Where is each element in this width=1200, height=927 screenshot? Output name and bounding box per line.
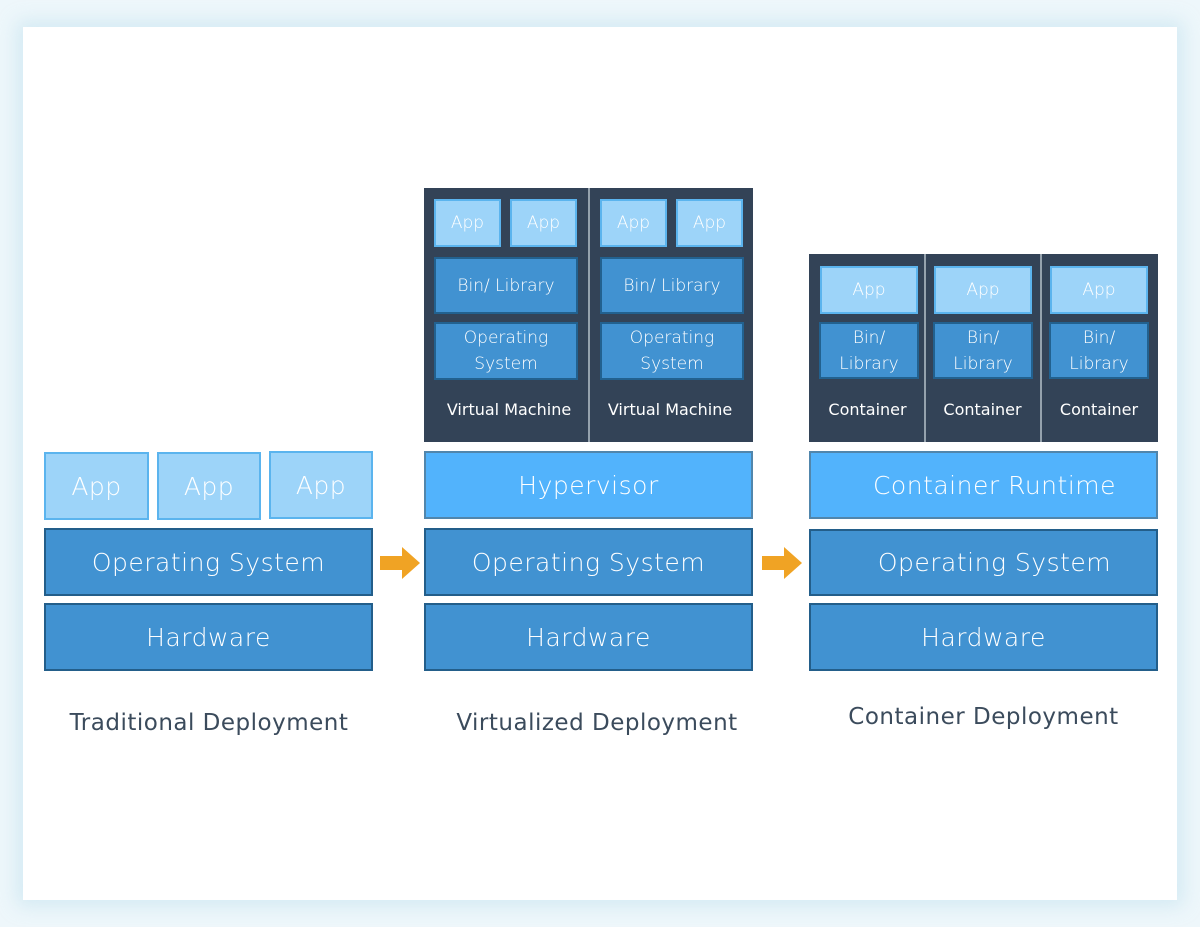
- traditional-hardware-layer: Hardware: [44, 603, 373, 671]
- vm2-bin-library: Bin/ Library: [600, 257, 744, 314]
- container-caption: Container Deployment: [848, 704, 1119, 730]
- container1-app: App: [820, 266, 918, 314]
- arrow-right-icon: [380, 547, 420, 579]
- traditional-app-1: App: [44, 452, 149, 520]
- container2-label: Container: [943, 400, 1022, 419]
- vm1-app-1: App: [434, 199, 501, 247]
- container2-app: App: [934, 266, 1032, 314]
- container3-app: App: [1050, 266, 1148, 314]
- vm1-label: Virtual Machine: [446, 400, 572, 419]
- hypervisor-layer: Hypervisor: [424, 451, 753, 519]
- container3-bin-library: Bin/ Library: [1049, 322, 1149, 379]
- vm1-os: Operating System: [434, 322, 578, 380]
- vm1-app-2: App: [510, 199, 577, 247]
- container-hardware-layer: Hardware: [809, 603, 1158, 671]
- vm2-app-2: App: [676, 199, 743, 247]
- vm2-app-1: App: [600, 199, 667, 247]
- virtualized-caption: Virtualized Deployment: [456, 710, 738, 736]
- traditional-os-layer: Operating System: [44, 528, 373, 596]
- traditional-app-2: App: [157, 452, 261, 520]
- container1-bin-library: Bin/ Library: [819, 322, 919, 379]
- virtualized-hardware-layer: Hardware: [424, 603, 753, 671]
- container1-label: Container: [828, 400, 907, 419]
- virtualized-os-layer: Operating System: [424, 528, 753, 596]
- arrow-right-icon: [762, 547, 802, 579]
- vm2-os: Operating System: [600, 322, 744, 380]
- container-os-layer: Operating System: [809, 529, 1158, 596]
- vm2-label: Virtual Machine: [607, 400, 733, 419]
- container-runtime-layer: Container Runtime: [809, 451, 1158, 519]
- vm1-bin-library: Bin/ Library: [434, 257, 578, 314]
- container2-bin-library: Bin/ Library: [933, 322, 1033, 379]
- traditional-caption: Traditional Deployment: [69, 710, 349, 736]
- traditional-app-3: App: [269, 451, 373, 519]
- container3-label: Container: [1059, 400, 1139, 419]
